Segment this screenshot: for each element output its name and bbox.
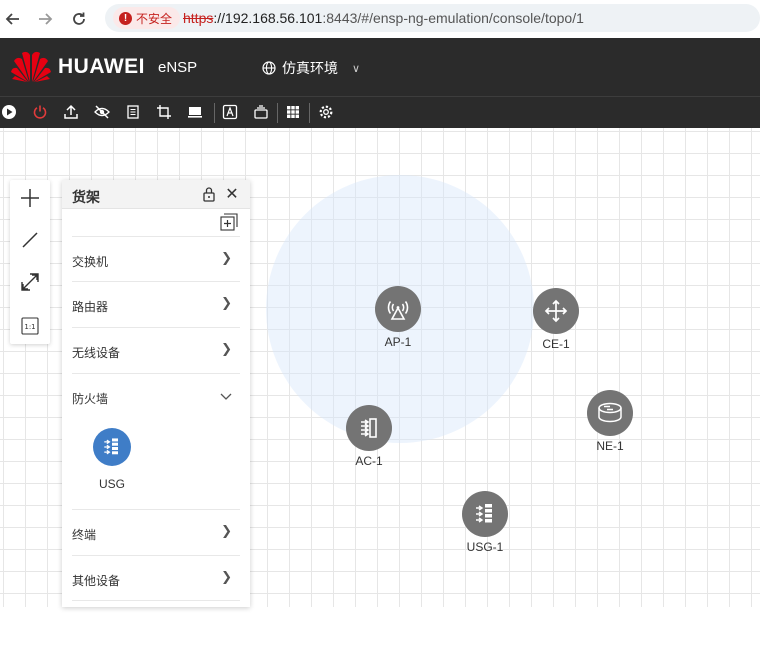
- chevron-down-icon: ∨: [352, 62, 361, 75]
- security-label: 不安全: [136, 11, 173, 26]
- url-protocol: https: [183, 10, 214, 26]
- forward-icon[interactable]: [34, 8, 56, 30]
- device-node-ne-1[interactable]: NE-1: [582, 390, 638, 453]
- category-terminal[interactable]: 终端 ❯: [72, 509, 240, 554]
- draw-line-icon[interactable]: [18, 228, 42, 252]
- fit-view-icon[interactable]: [18, 270, 42, 294]
- screen-icon[interactable]: [186, 103, 204, 121]
- url-text: https://192.168.56.101:8443/#/ensp-ng-em…: [183, 10, 584, 26]
- category-label: 防火墙: [72, 392, 109, 406]
- category-router[interactable]: 路由器 ❯: [72, 281, 240, 326]
- chevron-right-icon: ❯: [221, 569, 232, 584]
- chevron-right-icon: ❯: [221, 250, 232, 265]
- shelf-title: 货架: [72, 189, 100, 205]
- upload-icon[interactable]: [62, 103, 80, 121]
- device-node-ce-1[interactable]: CE-1: [528, 288, 584, 351]
- toolbar-divider: [214, 103, 215, 123]
- chevron-down-icon: [220, 389, 232, 404]
- device-node-ap-1[interactable]: AP-1: [370, 286, 426, 349]
- grid-icon[interactable]: [284, 103, 302, 121]
- node-label: USG-1: [466, 540, 504, 554]
- security-chip[interactable]: ! 不安全: [113, 7, 181, 29]
- toolbar-divider: [309, 103, 310, 123]
- category-wireless[interactable]: 无线设备 ❯: [72, 327, 240, 372]
- text-label-icon[interactable]: [221, 103, 239, 121]
- category-switch[interactable]: 交换机 ❯: [72, 236, 240, 281]
- category-firewall[interactable]: 防火墙: [72, 373, 240, 418]
- node-label: CE-1: [542, 337, 570, 351]
- reload-icon[interactable]: [68, 8, 90, 30]
- brand-name: HUAWEI: [58, 55, 145, 78]
- category-label: 无线设备: [72, 346, 121, 360]
- access-controller-icon: [346, 405, 392, 451]
- node-label: AP-1: [384, 335, 412, 349]
- add-device-icon[interactable]: [220, 213, 238, 231]
- shelf-panel: 货架 ✕ 交换机 ❯ 路由器 ❯ 无线设备 ❯ 防火墙 USG 终端 ❯ 其他设…: [62, 180, 250, 607]
- category-label: 交换机: [72, 255, 109, 269]
- crop-icon[interactable]: [155, 103, 173, 121]
- settings-gear-icon[interactable]: [317, 103, 335, 121]
- toolbar-divider: [277, 103, 278, 123]
- browser-bar: ! 不安全 https://192.168.56.101:8443/#/ensp…: [0, 0, 760, 38]
- app-header: HUAWEI eNSP 仿真环境 ∨: [0, 38, 760, 96]
- chevron-right-icon: ❯: [221, 295, 232, 310]
- warning-icon: !: [119, 11, 132, 25]
- device-node-usg-1[interactable]: USG-1: [457, 491, 513, 554]
- router-icon: [587, 390, 633, 436]
- layers-icon[interactable]: [252, 103, 270, 121]
- node-label: AC-1: [355, 454, 383, 468]
- toolbar: [0, 96, 760, 128]
- device-usg[interactable]: USG: [92, 428, 132, 491]
- actual-size-icon[interactable]: 1:1: [18, 314, 42, 338]
- globe-icon: [262, 61, 276, 75]
- actual-size-label: 1:1: [24, 323, 35, 331]
- category-label: 其他设备: [72, 574, 121, 588]
- start-all-icon[interactable]: [0, 103, 18, 121]
- environment-label: 仿真环境: [282, 60, 338, 76]
- product-name: eNSP: [158, 59, 198, 76]
- notes-icon[interactable]: [124, 103, 142, 121]
- url-host: ://192.168.56.101: [213, 10, 323, 26]
- switch-icon: [533, 288, 579, 334]
- device-node-ac-1[interactable]: AC-1: [341, 405, 397, 468]
- firewall-icon: [462, 491, 508, 537]
- hide-icon[interactable]: [93, 103, 111, 121]
- shelf-header: 货架 ✕: [62, 180, 250, 209]
- address-bar[interactable]: ! 不安全 https://192.168.56.101:8443/#/ensp…: [105, 4, 760, 32]
- environment-selector[interactable]: 仿真环境 ∨: [262, 58, 360, 78]
- close-icon[interactable]: ✕: [225, 184, 239, 204]
- category-other[interactable]: 其他设备 ❯: [72, 555, 240, 600]
- add-icon[interactable]: [18, 186, 42, 210]
- back-icon[interactable]: [2, 8, 24, 30]
- category-label: 路由器: [72, 300, 109, 314]
- chevron-right-icon: ❯: [221, 341, 232, 356]
- category-label: 终端: [72, 528, 97, 542]
- lock-icon[interactable]: [202, 186, 216, 202]
- huawei-logo-icon: [11, 51, 51, 82]
- node-label: NE-1: [596, 439, 624, 453]
- stop-all-icon[interactable]: [31, 103, 49, 121]
- canvas-tool-panel: 1:1: [10, 180, 50, 344]
- firewall-icon: [93, 428, 131, 466]
- ap-icon: [375, 286, 421, 332]
- url-path: :8443/#/ensp-ng-emulation/console/topo/1: [322, 10, 584, 26]
- chevron-right-icon: ❯: [221, 523, 232, 538]
- device-label: USG: [98, 477, 125, 491]
